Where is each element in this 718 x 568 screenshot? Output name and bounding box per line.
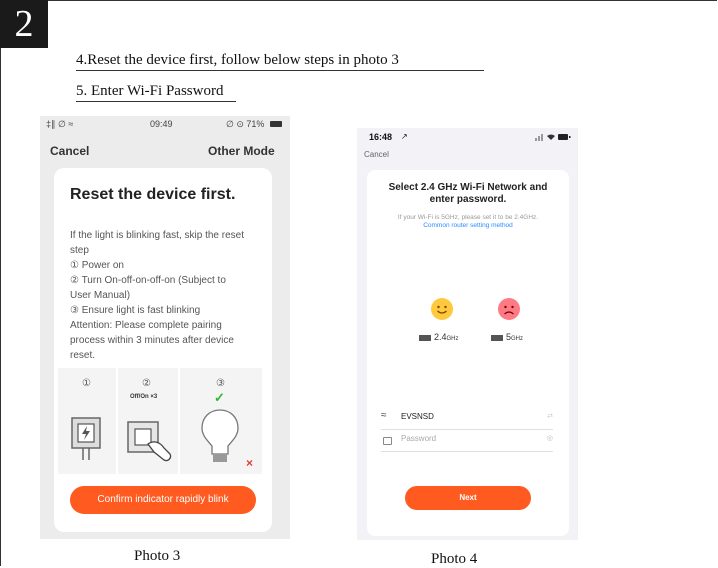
eye-icon[interactable]: ◎ [547,434,553,442]
swap-network-icon[interactable]: ⇄ [547,412,553,420]
status-time: 09:49 [150,119,173,129]
instruction-step-4-text: 4.Reset the device first, follow below s… [76,52,399,68]
happy-face-icon [431,298,453,320]
instruction-step-4: 4.Reset the device first, follow below s… [76,52,484,71]
instruction-step-5-text: 5. Enter Wi-Fi Password [76,83,224,99]
password-placeholder: Password [401,434,437,443]
router-icon [419,334,431,341]
illustration-step-2: ② Off/On ×3 [118,368,180,474]
reset-illustration: ① ② Off/On ×3 ③ ✓ × [58,368,262,474]
router-icon [491,334,503,341]
photo-3-caption: Photo 3 [134,548,181,564]
wifi-setup-card: Select 2.4 GHz Wi-Fi Network and enter p… [367,170,569,536]
card-line: reset. [70,350,96,361]
card-line: ② Turn On-off-on-off-on (Subject to [70,275,226,286]
card-line: ① Power on [70,260,124,271]
photo-3-screenshot: ‡∥ ∅ ≈ 09:49 ∅ ⊙ 71% Cancel Other Mode R… [40,116,290,539]
switch-toggle-label: Off/On ×3 [130,394,158,400]
status-signal: ‡∥ ∅ ≈ [46,119,74,129]
reset-instructions-card: Reset the device first. If the light is … [54,168,272,532]
title-line: Select 2.4 GHz Wi-Fi Network and [388,182,548,193]
status-icons [535,134,571,141]
field-divider [381,451,553,452]
card-line: Attention: Please complete pairing [70,320,222,331]
band-5ghz: 5GHz [491,332,523,342]
5ghz-note: If your Wi-Fi is 5GHz, please set it to … [397,214,539,221]
card-line: User Manual) [70,290,131,301]
card-body: If the light is blinking fast, skip the … [70,228,266,363]
check-icon: ✓ [214,390,225,405]
cancel-button[interactable]: Cancel [50,144,89,158]
lock-icon [383,437,392,445]
wifi-ssid-field[interactable]: ≈ EVSNSD ⇄ [381,410,553,430]
other-mode-button[interactable]: Other Mode [208,144,275,158]
instruction-step-4-underline [76,70,484,71]
band-2-4ghz: 2.4GHz [419,332,459,342]
illustration-step-1: ① [58,368,118,474]
band-2-4-unit: GHz [446,336,459,342]
location-arrow-icon: ↗ [401,132,408,141]
photo-4-caption: Photo 4 [431,551,478,567]
battery-icon [270,121,282,127]
cancel-button[interactable]: Cancel [364,150,389,159]
illustration-step-3: ③ ✓ × [180,368,262,474]
wall-switch-icon [127,421,172,462]
step-3-number: ③ [216,378,225,389]
power-plug-icon [71,417,101,460]
card-line: step [70,245,89,256]
wifi-setup-title: Select 2.4 GHz Wi-Fi Network and enter p… [367,182,569,206]
card-line: ③ Ensure light is fast blinking [70,305,201,316]
step-2-number: ② [142,378,151,389]
status-time: 16:48 [369,132,393,142]
title-line: enter password. [429,194,507,205]
field-divider [381,429,553,430]
band-5-unit: GHz [511,336,524,342]
status-battery: ∅ ⊙ 71% [226,119,265,129]
next-button[interactable]: Next [405,486,531,510]
card-title: Reset the device first. [70,186,236,203]
instruction-step-5-underline [76,101,236,102]
light-bulb-icon [201,409,239,462]
step-number-badge: 2 [0,0,48,48]
wifi-icon: ≈ [381,410,387,421]
cross-icon: × [246,456,254,470]
password-field[interactable]: Password ◎ [381,432,553,452]
card-line: process within 3 minutes after device [70,335,234,346]
band-2-4-value: 2.4 [434,332,447,342]
step-1-number: ① [82,378,91,389]
router-setting-link[interactable]: Common router setting method [367,222,569,229]
confirm-rapid-blink-button[interactable]: Confirm indicator rapidly blink [70,486,256,514]
card-line: If the light is blinking fast, skip the … [70,230,244,241]
instruction-step-5: 5. Enter Wi-Fi Password [76,83,236,102]
photo-4-screenshot: 16:48 ↗ Cancel Select 2.4 GHz Wi-Fi Netw… [357,128,578,540]
sad-face-icon [498,298,520,320]
ssid-value: EVSNSD [401,412,434,421]
